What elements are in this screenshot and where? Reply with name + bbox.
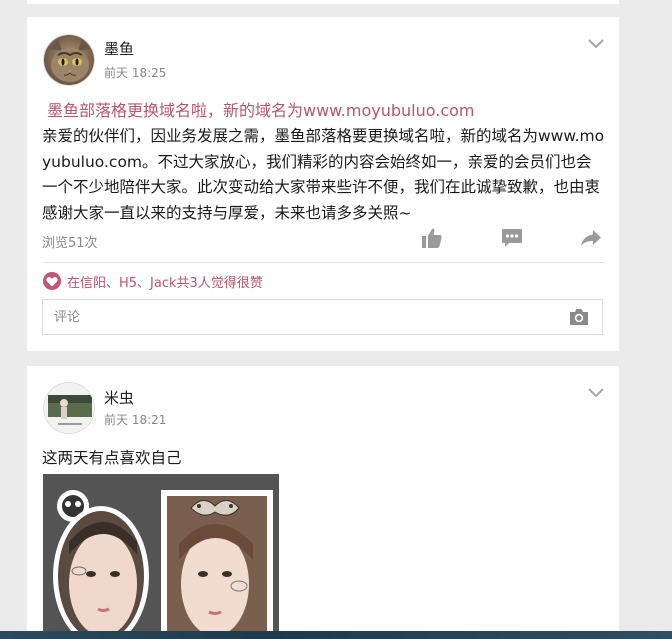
thumbs-up-icon[interactable] [421, 227, 443, 249]
post-card: 米虫 前天 18:21 这两天有点喜欢自己 [27, 366, 619, 639]
camera-icon[interactable] [568, 307, 590, 327]
cat-avatar-image [44, 35, 94, 85]
post-time: 前天 18:21 [104, 413, 167, 427]
previous-post-card-edge [27, 0, 619, 4]
post-text: 这两天有点喜欢自己 [42, 449, 182, 467]
post-title[interactable]: 墨鱼部落格更换域名啦，新的域名为www.moyubuluo.com [47, 97, 475, 121]
post-image[interactable] [43, 474, 279, 639]
comment-input[interactable] [43, 300, 568, 334]
avatar-image [44, 383, 94, 433]
comment-box [42, 299, 603, 335]
avatar[interactable] [43, 382, 95, 434]
divider [42, 262, 604, 263]
share-icon[interactable] [580, 227, 602, 249]
post-time: 前天 18:25 [104, 66, 167, 80]
chevron-down-icon[interactable] [586, 37, 606, 51]
comment-icon[interactable] [501, 227, 523, 249]
view-count: 浏览51次 [42, 236, 98, 251]
selfie-photo [43, 474, 279, 639]
post-card: 墨鱼 前天 18:25 墨鱼部落格更换域名啦，新的域名为www.moyubulu… [27, 17, 619, 351]
post-body: 亲爱的伙伴们，因业务发展之需，墨鱼部落格要更换域名啦，新的域名为www.moyu… [42, 127, 605, 222]
author-name[interactable]: 墨鱼 [104, 38, 134, 59]
author-name[interactable]: 米虫 [104, 387, 134, 408]
heart-icon [43, 272, 61, 290]
bottom-bar [0, 631, 672, 639]
likes-row[interactable]: 在信阳、H5、Jack共3人觉得很赞 [43, 270, 263, 292]
avatar[interactable] [43, 34, 95, 86]
chevron-down-icon[interactable] [586, 386, 606, 400]
likes-text: 在信阳、H5、Jack共3人觉得很赞 [67, 275, 263, 291]
